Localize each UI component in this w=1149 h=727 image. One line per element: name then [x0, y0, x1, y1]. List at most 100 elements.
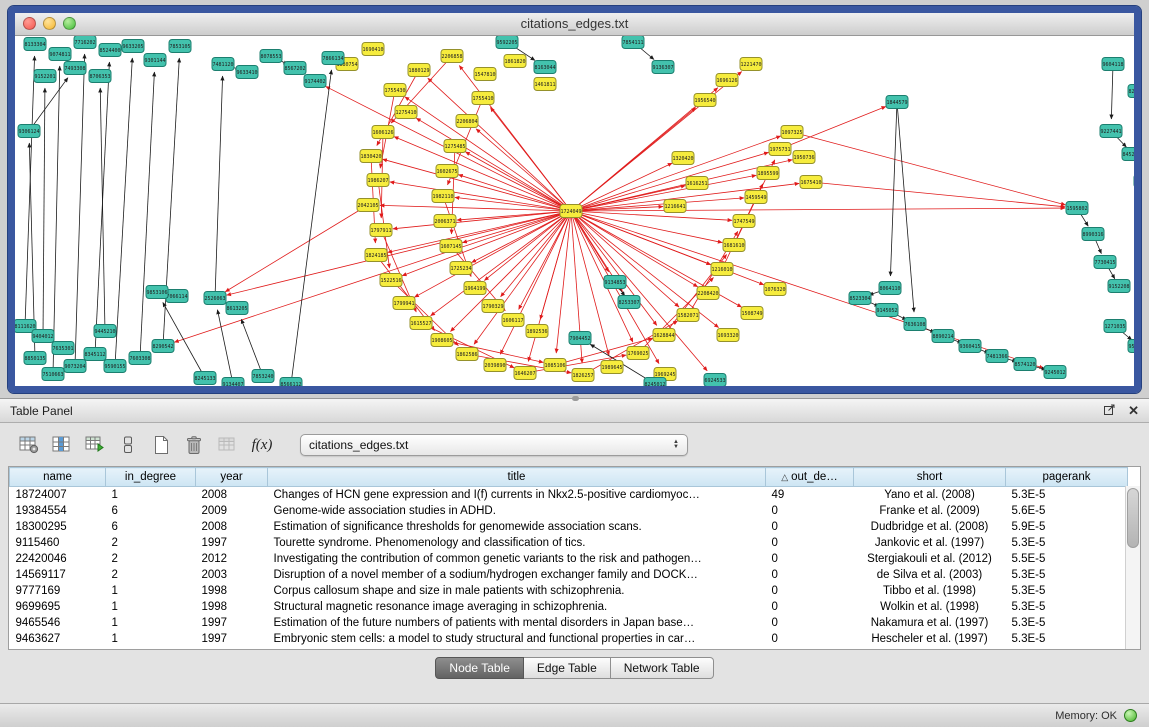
graph-edge[interactable]	[897, 102, 914, 312]
graph-node[interactable]: 8245133	[194, 372, 216, 385]
graph-node[interactable]: 1769025	[627, 347, 649, 360]
graph-node[interactable]: 7904452	[569, 332, 591, 345]
graph-node[interactable]: 1271035	[1104, 320, 1126, 333]
graph-node[interactable]: 9134853	[604, 276, 626, 289]
graph-node[interactable]: 9074811	[49, 48, 71, 61]
table-source-dropdown[interactable]: citations_edges.txt ▲▼	[300, 434, 688, 456]
close-panel-icon[interactable]: ✕	[1128, 403, 1139, 419]
graph-edge[interactable]	[53, 66, 60, 374]
table-row[interactable]: 1872400712008Changes of HCN gene express…	[10, 487, 1128, 504]
graph-node[interactable]: 1690410	[362, 43, 384, 56]
graph-node[interactable]: 9604118	[1102, 58, 1124, 71]
table-row[interactable]: 2242004622012Investigating the contribut…	[10, 551, 1128, 567]
graph-node[interactable]: 1892536	[526, 325, 548, 338]
graph-node[interactable]: 8574120	[1014, 358, 1036, 371]
minimize-window-button[interactable]	[43, 17, 56, 30]
graph-edge[interactable]	[571, 211, 698, 287]
graph-node[interactable]: 8064110	[879, 282, 901, 295]
graph-node[interactable]: 8567202	[284, 62, 306, 75]
graph-node[interactable]: 1461811	[534, 78, 556, 91]
graph-node[interactable]: 8613205	[226, 302, 248, 315]
graph-node[interactable]: 1508749	[741, 307, 763, 320]
graph-node[interactable]: 9306124	[18, 125, 40, 138]
graph-node[interactable]: 1646207	[514, 367, 536, 380]
graph-node[interactable]: 7635301	[52, 342, 74, 355]
graph-node[interactable]: 1582071	[677, 309, 699, 322]
graph-node[interactable]: 1950736	[793, 151, 815, 164]
graph-node[interactable]: 2206858	[441, 50, 463, 63]
graph-node[interactable]: 1216641	[664, 200, 686, 213]
graph-node[interactable]: 8133304	[24, 38, 46, 51]
graph-node[interactable]: 1755410	[472, 92, 494, 105]
graph-node[interactable]: 8890214	[932, 330, 954, 343]
table-scrollbar[interactable]	[1125, 486, 1140, 649]
graph-node[interactable]: 2526063	[204, 292, 226, 305]
graph-edge[interactable]	[225, 205, 368, 292]
graph-node[interactable]: 7493308	[64, 62, 86, 75]
graph-node[interactable]: 2208420	[697, 287, 719, 300]
graph-node[interactable]: 1606117	[502, 314, 524, 327]
tab-network-table[interactable]: Network Table	[611, 657, 714, 679]
graph-node[interactable]: 1606126	[372, 126, 394, 139]
graph-node[interactable]: 1522516	[380, 274, 402, 287]
graph-edge[interactable]	[405, 97, 571, 211]
graph-node[interactable]: 1675410	[800, 176, 822, 189]
network-window-titlebar[interactable]: citations_edges.txt	[15, 13, 1134, 36]
graph-node[interactable]: 1725234	[450, 262, 472, 275]
graph-node[interactable]: 1275485	[444, 140, 466, 153]
graph-edge[interactable]	[115, 58, 132, 366]
graph-node[interactable]: 9174402	[304, 75, 326, 88]
graph-edge[interactable]	[792, 132, 1065, 205]
graph-node[interactable]: 1615527	[410, 317, 432, 330]
import-table-icon[interactable]	[82, 433, 108, 457]
graph-node[interactable]: 7716202	[74, 36, 96, 49]
graph-node[interactable]: 8078553	[260, 50, 282, 63]
graph-node[interactable]: 1755430	[384, 84, 406, 97]
graph-node[interactable]: 1861820	[504, 55, 526, 68]
graph-node[interactable]: 1221470	[740, 58, 762, 71]
graph-node[interactable]: 8523304	[849, 292, 871, 305]
graph-edge[interactable]	[571, 72, 742, 211]
graph-edge[interactable]	[241, 319, 263, 376]
graph-node[interactable]: 1097325	[781, 126, 803, 139]
graph-node[interactable]: 8706353	[89, 70, 111, 83]
graph-node[interactable]: 1216010	[711, 263, 733, 276]
graph-node[interactable]: 1747549	[733, 215, 755, 228]
graph-node[interactable]: 9152208	[1108, 280, 1130, 293]
memory-status-indicator[interactable]	[1124, 709, 1137, 722]
graph-node[interactable]: 1693320	[717, 329, 739, 342]
graph-node[interactable]: 7481366	[986, 350, 1008, 363]
graph-node[interactable]: 8850135	[24, 352, 46, 365]
graph-node[interactable]: 1724049	[560, 205, 582, 218]
graph-node[interactable]: 9633410	[236, 66, 258, 79]
graph-node[interactable]: 1895599	[757, 167, 779, 180]
table-row[interactable]: 1830029562008Estimation of significance …	[10, 519, 1128, 535]
graph-edge[interactable]	[571, 208, 1065, 211]
graph-edge[interactable]	[490, 107, 571, 211]
graph-node[interactable]: 7066114	[166, 290, 188, 303]
graph-node[interactable]: 1628844	[653, 329, 675, 342]
graph-edge[interactable]	[291, 70, 331, 384]
graph-node[interactable]: 7854111	[622, 36, 644, 49]
table-row[interactable]: 911546021997Tourette syndrome. Phenomeno…	[10, 535, 1128, 551]
table-row[interactable]: 977716911998Corpus callosum shape and si…	[10, 583, 1128, 599]
graph-node[interactable]: 1880129	[408, 64, 430, 77]
graph-node[interactable]: 9633205	[122, 40, 144, 53]
graph-node[interactable]: 1956540	[694, 94, 716, 107]
column-header-short[interactable]: short	[854, 468, 1006, 487]
graph-node[interactable]: 9145052	[876, 304, 898, 317]
graph-node[interactable]: 1547810	[474, 68, 496, 81]
graph-edge[interactable]	[215, 76, 223, 298]
graph-node[interactable]: 1681610	[723, 239, 745, 252]
graph-node[interactable]: 8524400	[99, 44, 121, 57]
graph-node[interactable]: 8253366	[1128, 85, 1134, 98]
graph-node[interactable]: 1844579	[886, 96, 908, 109]
graph-node[interactable]: 7853240	[252, 370, 274, 383]
graph-node[interactable]: 1616251	[686, 177, 708, 190]
float-panel-icon[interactable]	[1103, 403, 1116, 419]
graph-node[interactable]: 9592205	[496, 36, 518, 49]
graph-node[interactable]: 1989645	[601, 361, 623, 374]
graph-edge[interactable]	[100, 88, 105, 331]
graph-node[interactable]: 1607145	[440, 240, 462, 253]
graph-node[interactable]: 9134407	[222, 378, 244, 388]
